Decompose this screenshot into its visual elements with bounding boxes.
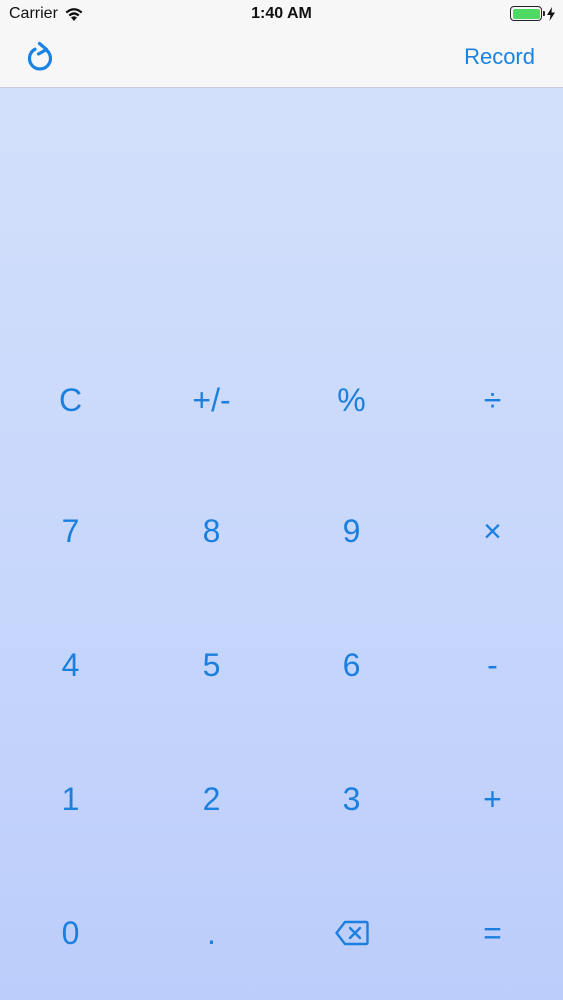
percent-key[interactable]: % [281,333,422,467]
divide-key[interactable]: ÷ [422,333,563,467]
digit-1-key[interactable]: 1 [0,732,141,866]
battery-level [512,8,540,19]
digit-4-key[interactable]: 4 [0,598,141,732]
refresh-icon [27,41,53,71]
nav-bar: Record [0,30,563,88]
status-bar: Carrier 1:40 AM [0,0,563,30]
calculator-body: C +/- % ÷ 7 8 9 × 4 5 6 - 1 2 3 + 0 . = [0,88,563,1000]
digit-8-key[interactable]: 8 [141,464,282,598]
battery-area [510,6,556,21]
decimal-key[interactable]: . [141,866,282,1000]
multiply-key[interactable]: × [422,464,563,598]
subtract-key[interactable]: - [422,598,563,732]
digit-2-key[interactable]: 2 [141,732,282,866]
add-key[interactable]: + [422,732,563,866]
status-time: 1:40 AM [251,5,312,22]
digit-0-key[interactable]: 0 [0,866,141,1000]
clear-key[interactable]: C [0,333,141,467]
record-button[interactable]: Record [464,44,535,70]
digit-7-key[interactable]: 7 [0,464,141,598]
digit-5-key[interactable]: 5 [141,598,282,732]
plus-minus-key[interactable]: +/- [141,333,282,467]
refresh-button[interactable] [24,40,56,74]
digit-3-key[interactable]: 3 [281,732,422,866]
calculator-display [20,218,543,338]
charging-bolt-icon [547,6,555,21]
equals-key[interactable]: = [422,866,563,1000]
backspace-key[interactable] [281,866,422,1000]
backspace-icon [334,920,369,946]
calculator-screen: Carrier 1:40 AM Record C +/- % ÷ 7 8 9 ×… [0,0,563,1000]
digit-9-key[interactable]: 9 [281,464,422,598]
battery-icon [510,6,545,21]
digit-6-key[interactable]: 6 [281,598,422,732]
